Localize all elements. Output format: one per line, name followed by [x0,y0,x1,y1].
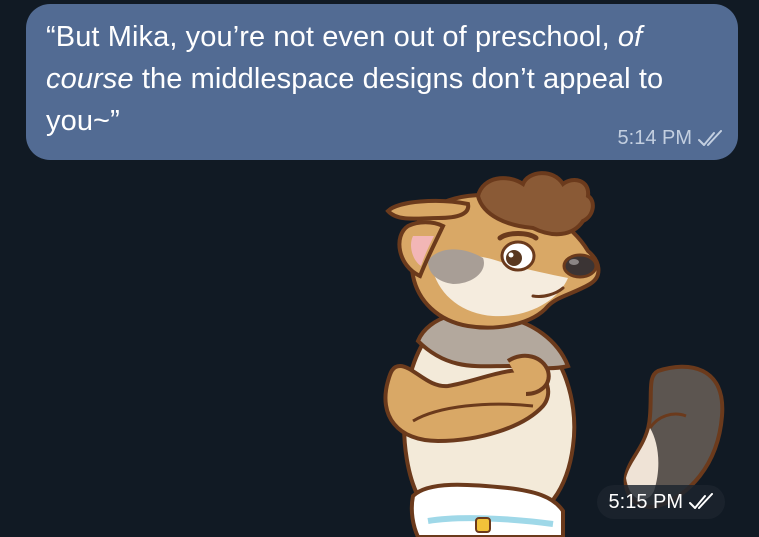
chat-view: “But Mika, you’re not even out of presch… [0,0,759,537]
sticker-message[interactable] [358,166,726,537]
read-double-check-icon [689,493,713,509]
message-meta: 5:14 PM [618,127,724,150]
message-time: 5:14 PM [617,127,692,149]
message-text: “But Mika, you’re not even out of presch… [46,16,686,142]
message-text-end: the middlespace designs don’t appeal to … [46,63,664,137]
sticker-time: 5:15 PM [608,490,683,513]
sticker-meta: 5:15 PM [596,485,725,519]
read-double-check-icon [698,129,722,146]
outgoing-message-bubble[interactable]: “But Mika, you’re not even out of presch… [26,4,738,160]
canine-character-arms-crossed-sticker [383,171,725,537]
message-text-start: “But Mika, you’re not even out of presch… [46,21,618,53]
